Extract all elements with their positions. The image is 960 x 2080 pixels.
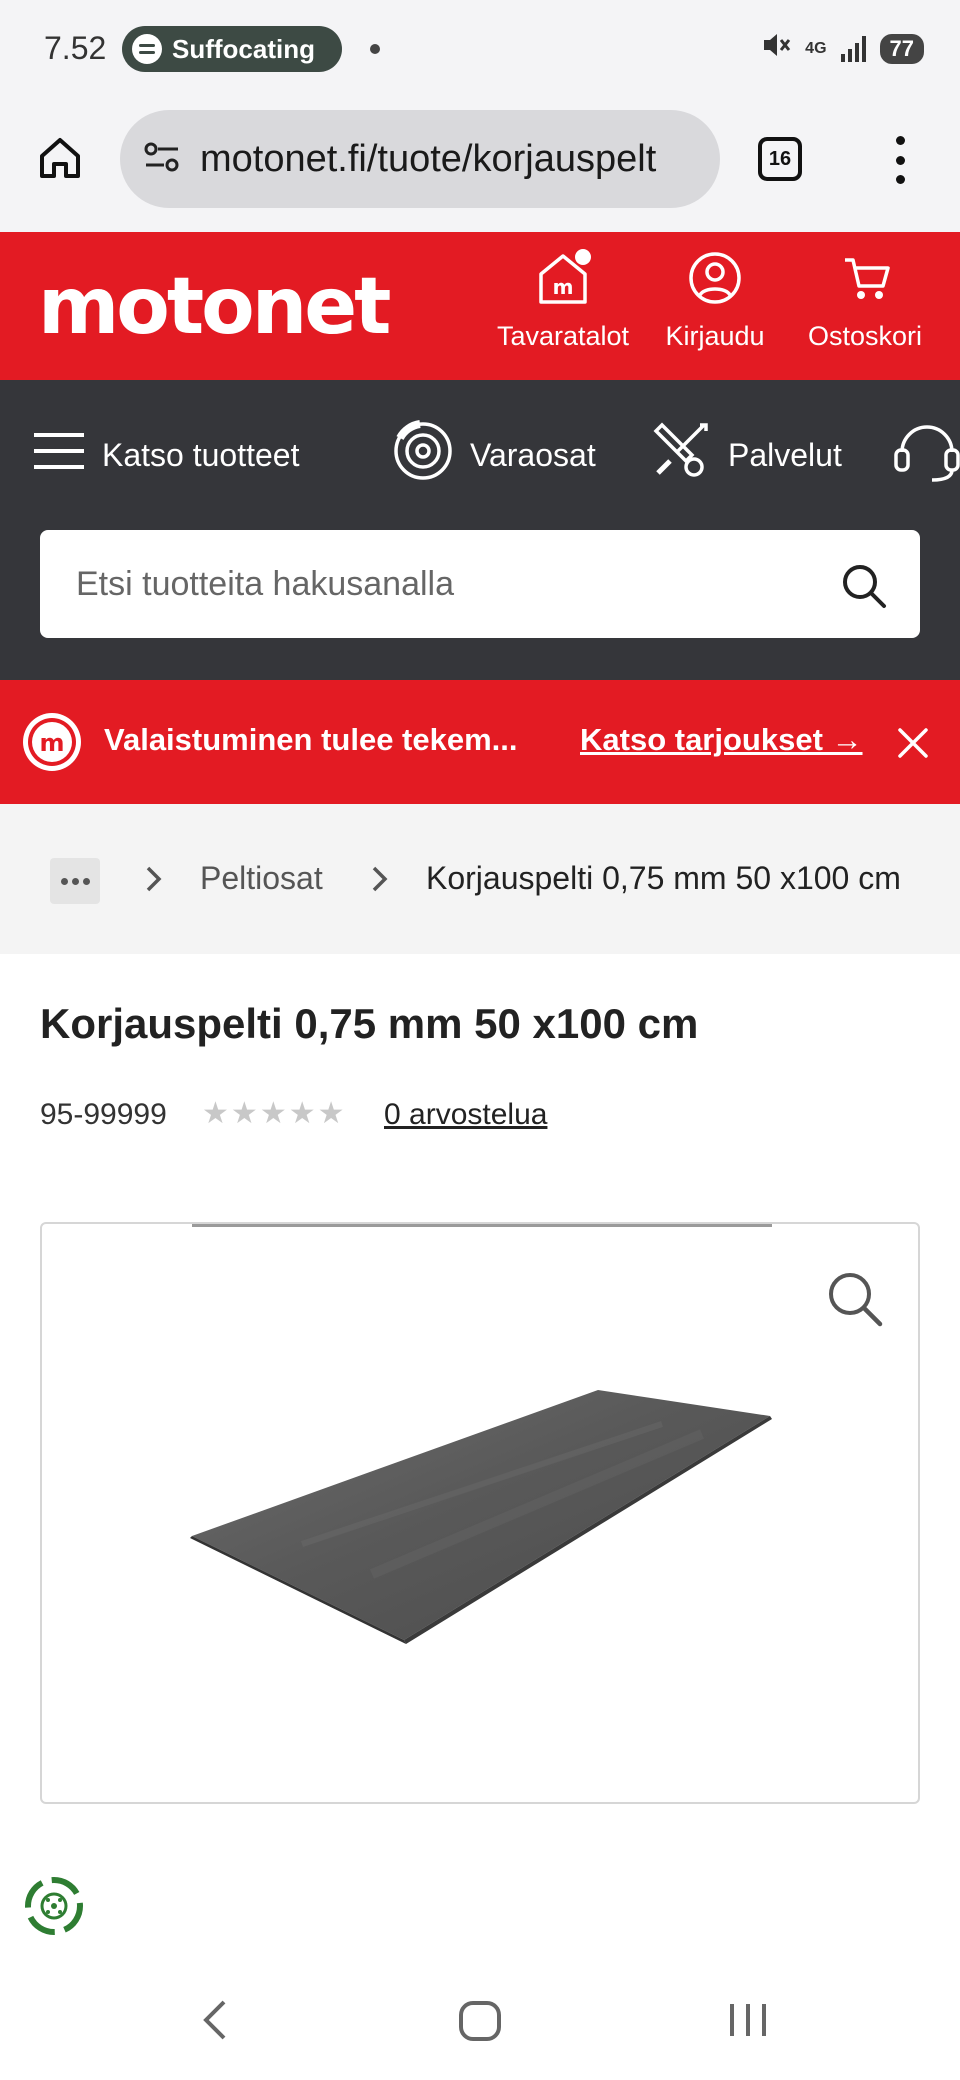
battery-level: 77: [879, 33, 924, 64]
star-icon: ★: [202, 1097, 229, 1130]
nav-products[interactable]: Katso tuotteet: [34, 420, 299, 490]
header-stores-label: Tavaratalot: [496, 321, 630, 351]
status-bar: 7.52 Suffocating 4G 77: [0, 0, 960, 100]
header-login-label: Kirjaudu: [665, 321, 765, 351]
star-icon: ★: [317, 1097, 345, 1130]
home-nav-icon[interactable]: [456, 1990, 504, 2055]
url-text: motonet.fi/tuote/korjauspelt: [200, 137, 657, 180]
cart-icon: [833, 258, 897, 314]
address-bar[interactable]: motonet.fi/tuote/korjauspelt: [120, 110, 720, 208]
reviews-link[interactable]: 0 arvostelua: [384, 1098, 547, 1132]
status-icons: 4G 77: [761, 30, 924, 67]
browser-toolbar: motonet.fi/tuote/korjauspelt 16: [0, 100, 960, 232]
promo-offers-link[interactable]: Katso tarjoukset →: [580, 722, 863, 758]
media-text: Suffocating: [172, 33, 315, 64]
nav-support[interactable]: [892, 420, 960, 490]
breadcrumb: Peltiosat Korjauspelti 0,75 mm 50 x100 c…: [0, 804, 960, 954]
media-pill[interactable]: Suffocating: [122, 26, 342, 72]
eco-tire-icon[interactable]: [18, 1870, 90, 1947]
tab-switcher-button[interactable]: 16: [758, 137, 802, 181]
star-icon: ★: [288, 1097, 316, 1130]
browser-menu-icon[interactable]: [890, 136, 910, 184]
nav-services-label: Palvelut: [728, 436, 842, 473]
status-time: 7.52: [44, 30, 107, 66]
nav-services[interactable]: Palvelut: [648, 420, 842, 490]
breadcrumb-more-button[interactable]: [50, 858, 100, 904]
notification-dot: [370, 44, 380, 54]
product-sku: 95-99999: [40, 1098, 167, 1131]
header-cart[interactable]: Ostoskori: [800, 248, 930, 352]
recent-apps-icon[interactable]: [726, 1990, 772, 2055]
signal-icon: [840, 35, 866, 62]
header-cart-label: Ostoskori: [807, 321, 923, 351]
home-icon[interactable]: [36, 134, 84, 182]
brake-disc-icon: [392, 420, 454, 490]
search-icon[interactable]: [840, 562, 888, 615]
motonet-logo[interactable]: motonet: [38, 262, 391, 352]
header-stores[interactable]: m Tavaratalot: [488, 248, 638, 352]
star-icon: ★: [230, 1097, 258, 1130]
tools-icon: [648, 419, 712, 491]
site-header: motonet m Tavaratalot Kirjaudu Ostoskori: [0, 232, 960, 380]
network-type: 4G: [805, 40, 827, 57]
star-icon: ★: [259, 1097, 287, 1130]
zoom-icon[interactable]: [826, 1270, 884, 1333]
user-icon: [683, 252, 747, 314]
nav-products-label: Katso tuotteet: [102, 436, 300, 473]
search-input[interactable]: [76, 530, 836, 638]
nav-spare-parts-label: Varaosat: [470, 436, 596, 473]
breadcrumb-current: Korjauspelti 0,75 mm 50 x100 cm: [426, 860, 901, 896]
breadcrumb-parent-link[interactable]: Peltiosat: [200, 860, 323, 897]
promo-banner: m Valaistuminen tulee tekem... Katso tar…: [0, 680, 960, 804]
nav-spare-parts[interactable]: Varaosat: [392, 420, 596, 490]
svg-text:m: m: [39, 729, 64, 757]
product-image-gallery[interactable]: [40, 1222, 920, 1804]
product-image[interactable]: [42, 1224, 920, 1804]
close-icon[interactable]: [896, 726, 930, 765]
main-nav: Katso tuotteet Varaosat Palvelut: [0, 380, 960, 680]
header-login[interactable]: Kirjaudu: [650, 248, 780, 352]
store-icon: m: [531, 249, 595, 314]
hamburger-icon: [34, 431, 86, 479]
chevron-right-icon: [370, 862, 390, 901]
headset-icon: [892, 418, 960, 492]
promo-text: Valaistuminen tulee tekem...: [104, 722, 518, 757]
search-box: [40, 530, 920, 638]
mute-icon: [761, 30, 791, 67]
motonet-m-icon: m: [20, 710, 84, 774]
svg-text:m: m: [553, 275, 574, 299]
system-nav-bar: [0, 1960, 960, 2080]
rating-stars: ★ ★ ★ ★ ★: [202, 1096, 345, 1131]
site-settings-icon[interactable]: [142, 139, 182, 180]
back-icon[interactable]: [194, 1990, 234, 2055]
product-title: Korjauspelti 0,75 mm 50 x100 cm: [40, 1000, 699, 1047]
spotify-icon: [132, 34, 162, 64]
chevron-right-icon: [144, 862, 164, 901]
